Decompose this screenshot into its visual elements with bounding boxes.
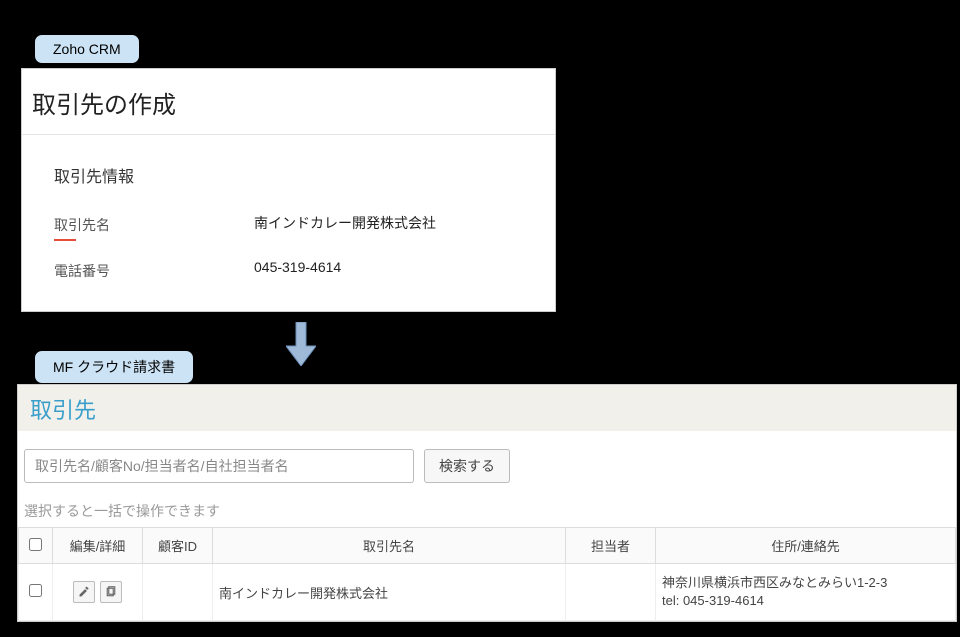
zoho-field-phone-row: 電話番号 045-319-4614 [54,259,523,281]
search-button[interactable]: 検索する [424,449,510,483]
pencil-icon [78,586,90,598]
down-arrow-icon [286,322,316,371]
zoho-field-name-value[interactable]: 南インドカレー開発株式会社 [254,213,436,233]
detail-button[interactable] [100,581,122,603]
zoho-crm-tag: Zoho CRM [34,34,140,64]
col-header-customer-id: 顧客ID [143,528,213,564]
col-header-checkbox [19,528,53,564]
cell-person [566,564,656,621]
table-header-row: 編集/詳細 顧客ID 取引先名 担当者 住所/連絡先 [19,528,956,564]
cell-address: 神奈川県横浜市西区みなとみらい1-2-3 tel: 045-319-4614 [656,564,956,621]
edit-button[interactable] [73,581,95,603]
tel-line: tel: 045-319-4614 [662,592,949,610]
mf-hint-text: 選択すると一括で操作できます [18,487,956,527]
zoho-page-title: 取引先の作成 [22,69,555,135]
col-header-address: 住所/連絡先 [656,528,956,564]
row-checkbox[interactable] [29,584,42,597]
copy-icon [105,586,117,598]
col-header-person: 担当者 [566,528,656,564]
col-header-name: 取引先名 [213,528,566,564]
zoho-field-phone-value[interactable]: 045-319-4614 [254,259,341,275]
mf-cloud-tag: MF クラウド請求書 [34,350,194,384]
mf-table: 編集/詳細 顧客ID 取引先名 担当者 住所/連絡先 [18,527,956,621]
address-line: 神奈川県横浜市西区みなとみらい1-2-3 [662,574,949,592]
zoho-section: 取引先情報 取引先名 南インドカレー開発株式会社 電話番号 045-319-46… [22,135,555,281]
mf-panel: 取引先 検索する 選択すると一括で操作できます 編集/詳細 顧客ID 取引先名 … [17,384,957,622]
zoho-field-name-row: 取引先名 南インドカレー開発株式会社 [54,213,523,241]
table-row: 南インドカレー開発株式会社 神奈川県横浜市西区みなとみらい1-2-3 tel: … [19,564,956,621]
cell-customer-id [143,564,213,621]
cell-name[interactable]: 南インドカレー開発株式会社 [213,564,566,621]
zoho-field-name-label: 取引先名 [54,213,254,241]
select-all-checkbox[interactable] [29,538,42,551]
search-input[interactable] [24,449,414,483]
mf-header: 取引先 [18,385,956,431]
zoho-field-phone-label: 電話番号 [54,259,254,281]
mf-search-row: 検索する [18,431,956,487]
zoho-section-title: 取引先情報 [54,163,523,187]
zoho-panel: 取引先の作成 取引先情報 取引先名 南インドカレー開発株式会社 電話番号 045… [21,68,556,312]
mf-page-title: 取引先 [30,393,944,425]
col-header-edit: 編集/詳細 [53,528,143,564]
